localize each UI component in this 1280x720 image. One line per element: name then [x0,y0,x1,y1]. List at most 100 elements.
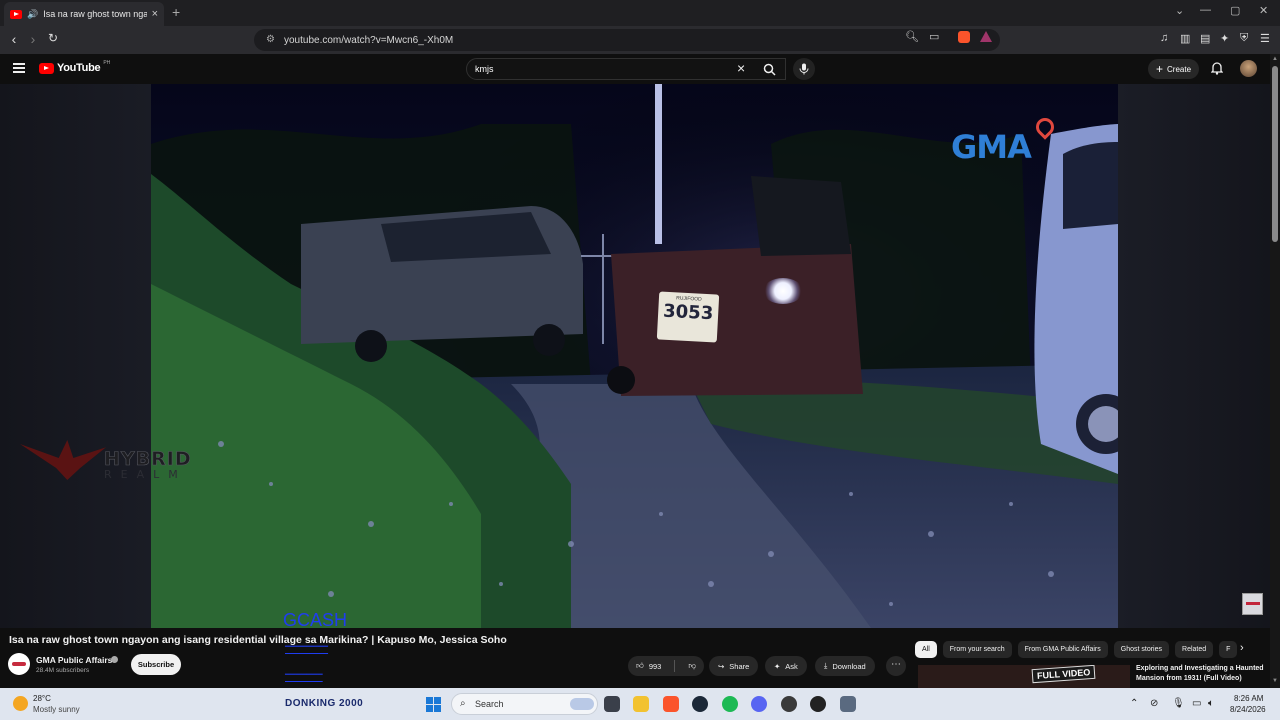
app-icon-1[interactable] [781,696,797,712]
clock-date[interactable]: 8/24/2026 [1230,705,1266,714]
channel-avatar[interactable] [8,653,30,675]
create-button[interactable]: + Create [1148,59,1200,79]
like-button[interactable]: 👍︎ 993 [628,656,669,676]
weather-temperature[interactable]: 28°C [33,694,51,703]
youtube-header: YouTube PH × + Create [0,54,1270,84]
leo-ai-icon[interactable]: ✦ [1220,32,1229,45]
forward-icon[interactable]: › [24,31,42,47]
notifications-bell-icon[interactable] [1211,61,1223,75]
gcash-overlay-link-icon: ▔▔▔▔▔▔▔▔ [285,647,329,654]
recommended-video-thumbnail[interactable]: FULL VIDEO [918,665,1130,689]
page-scrollbar[interactable]: ▲ ▼ [1270,54,1280,688]
video-info: Isa na raw ghost town ngayon ang isang r… [0,628,1270,689]
subscribe-button[interactable]: Subscribe [131,654,181,675]
ask-button[interactable]: ✦ Ask [765,656,807,676]
video-frame[interactable]: GMA RUJIFOOD 3053 [151,84,1118,628]
chip-ghost-stories[interactable]: Ghost stories [1113,641,1170,658]
video-title: Isa na raw ghost town ngayon ang isang r… [9,634,507,646]
close-window-icon[interactable]: ✕ [1259,4,1268,17]
download-label: Download [832,661,866,671]
guide-menu-icon[interactable] [13,63,25,73]
speaker-icon[interactable]: 🔊 [27,9,38,20]
chip-from-channel[interactable]: From GMA Public Affairs [1017,641,1108,658]
tray-sync-icon[interactable]: ⊘ [1150,698,1158,709]
tab-search-chevron-icon[interactable]: ⌄ [1175,4,1184,17]
search-input[interactable] [475,62,725,76]
gma-watermark: GMA [951,128,1032,166]
scroll-down-icon[interactable]: ▼ [1272,678,1278,684]
phoenix-logo-icon [20,440,106,480]
browser-tab[interactable]: 🔊 Isa na raw ghost town ngayon ang isang… [4,2,164,26]
account-avatar[interactable] [1240,60,1257,77]
menu-icon[interactable]: ☰ [1260,32,1270,45]
brave-browser-icon[interactable] [663,696,679,712]
related-chips: All From your search From GMA Public Aff… [915,641,1238,658]
channel-watermark-thumbnail[interactable] [1242,593,1263,615]
ask-label: Ask [785,661,798,671]
chip-more[interactable]: F [1219,641,1238,658]
thumbs-up-icon: 👍︎ [636,661,644,670]
minimize-icon[interactable]: — [1200,4,1211,16]
recommended-video-title[interactable]: Exploring and Investigating a Haunted Ma… [1136,664,1264,684]
windows-start-icon[interactable] [426,697,441,712]
headlight-glow [763,278,803,304]
dislike-button[interactable]: 👎︎ [680,656,704,676]
tab-close-icon[interactable]: × [152,8,158,20]
task-view-icon[interactable] [604,696,620,712]
tray-overflow-icon[interactable]: ⌃ [1130,698,1138,709]
site-info-icon[interactable]: ⚙ [266,34,275,45]
watermark-text-top: HYBRID [104,448,192,471]
youtube-wordmark: YouTube [57,62,101,74]
download-button[interactable]: ⤓ Download [815,656,875,676]
spotify-icon[interactable] [722,696,738,712]
tray-mic-icon[interactable]: 🎙︎ [1172,698,1185,709]
media-icon[interactable]: ♫ [1160,32,1168,44]
region-code: PH [103,60,111,66]
voice-search-button[interactable] [793,58,815,80]
network-icon[interactable]: ▭ [1192,698,1201,709]
maximize-icon[interactable]: ▢ [1230,4,1240,17]
reload-icon[interactable]: ↻ [44,31,62,45]
steam-icon[interactable] [692,696,708,712]
search-box: × [466,58,786,80]
video-player[interactable]: GMA RUJIFOOD 3053 HYBRID REALM GCASH [0,84,1270,630]
discord-icon[interactable] [751,696,767,712]
chip-related[interactable]: Related [1175,641,1214,658]
wallet-icon[interactable]: ▤ [1200,32,1210,45]
zoom-icon[interactable]: 🔍︎ [905,30,919,43]
app-icon-3[interactable] [840,696,856,712]
brave-shields-icon[interactable] [958,31,970,43]
chip-all[interactable]: All [915,641,937,658]
browser-toolbar: ‹ › ↻ ⛉ ⚙ youtube.com/watch?v=Mwcn6_-Xh0… [0,26,1280,54]
search-button[interactable] [754,58,784,80]
clock-time[interactable]: 8:26 AM [1234,694,1263,703]
cast-icon[interactable]: ▭ [929,30,939,43]
search-icon [763,63,776,76]
like-divider [674,660,676,672]
vpn-icon[interactable]: ⛨ [1240,32,1248,45]
youtube-logo[interactable]: YouTube PH [39,60,111,74]
taskbar: 28°C Mostly sunny DONKING 2000 ⌕ Search … [0,688,1280,720]
scroll-up-icon[interactable]: ▲ [1272,56,1278,62]
youtube-favicon-icon [10,9,22,19]
file-explorer-icon[interactable] [633,696,649,712]
channel-name[interactable]: GMA Public Affairs [36,655,112,665]
weather-description[interactable]: Mostly sunny [33,705,80,714]
volume-icon[interactable]: 🔈︎ [1208,698,1214,709]
scrollbar-thumb[interactable] [1272,66,1278,242]
license-plate: RUJIFOOD 3053 [656,291,720,343]
app-icon-2[interactable] [810,696,826,712]
clear-search-icon[interactable]: × [737,60,745,76]
share-button[interactable]: ↪ Share [709,656,759,676]
back-icon[interactable]: ‹ [5,31,23,47]
tab-title: Isa na raw ghost town ngayon ang isang r… [43,9,147,19]
create-label: Create [1167,64,1192,74]
new-tab-icon[interactable]: + [172,4,180,20]
more-actions-icon[interactable]: ⋯ [886,656,906,676]
address-bar[interactable]: ⚙ youtube.com/watch?v=Mwcn6_-Xh0M [254,29,1000,51]
chip-from-your-search[interactable]: From your search [942,641,1012,658]
chips-next-arrow-icon[interactable]: › [1240,642,1244,654]
sidebar-icon[interactable]: ▥ [1180,32,1190,45]
brave-rewards-icon[interactable] [980,31,992,42]
weather-sun-icon[interactable] [13,696,28,711]
